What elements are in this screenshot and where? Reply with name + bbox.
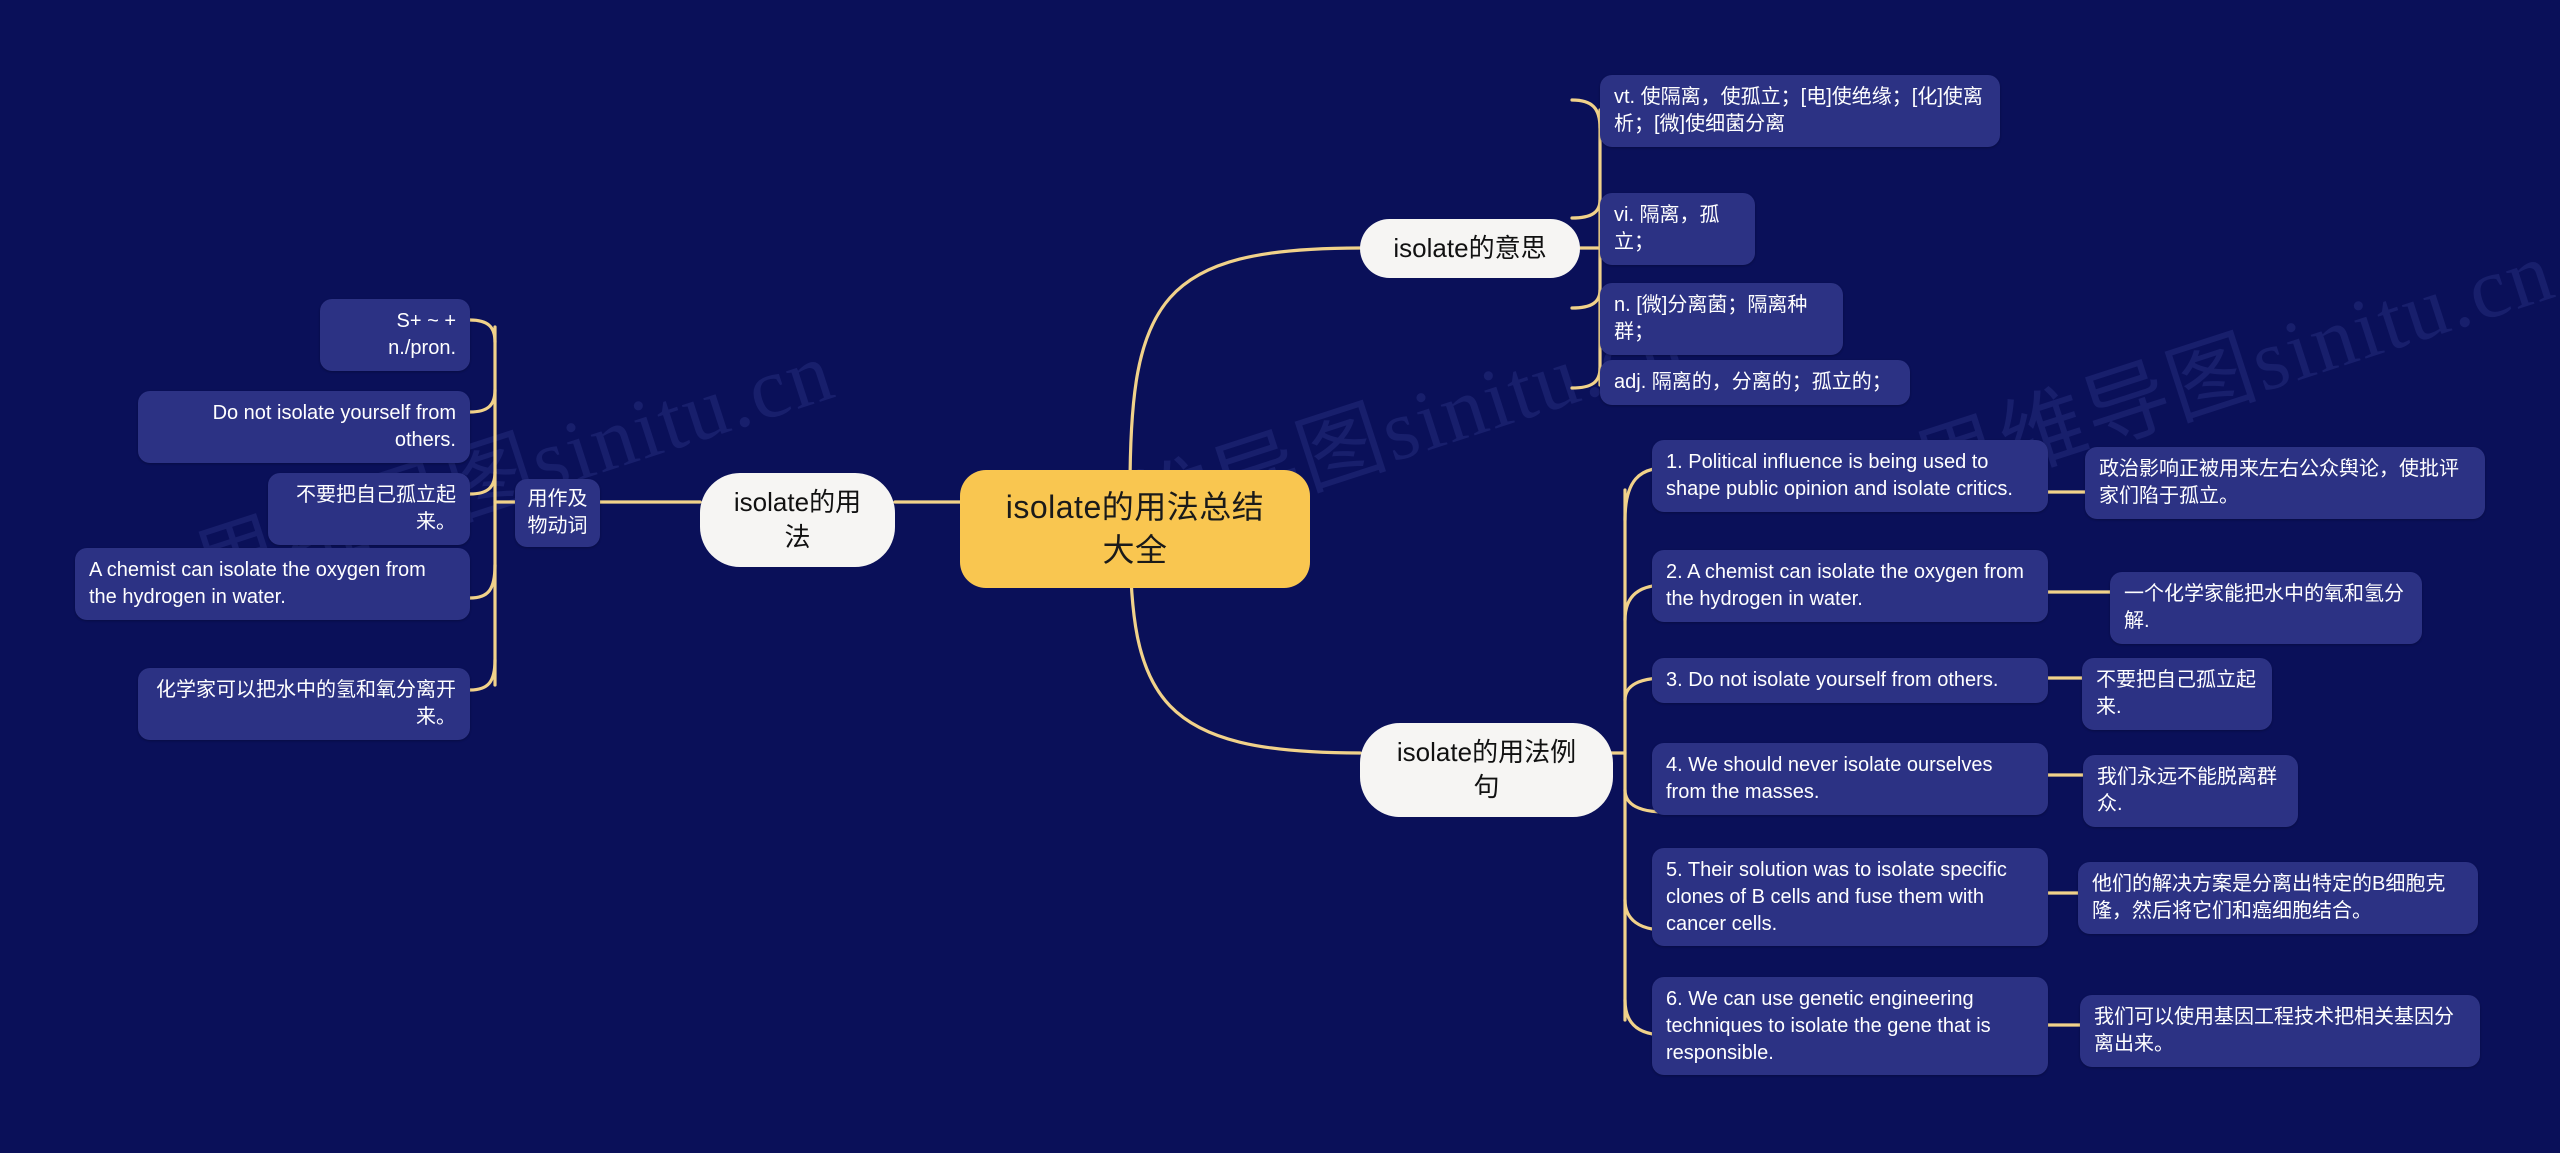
example-zh[interactable]: 政治影响正被用来左右公众舆论，使批评家们陷于孤立。 xyxy=(2085,447,2485,519)
sub-branch-transitive-verb[interactable]: 用作及物动词 xyxy=(515,479,600,547)
example-zh[interactable]: 我们永远不能脱离群众. xyxy=(2083,755,2298,827)
usage-item[interactable]: Do not isolate yourself from others. xyxy=(138,391,470,463)
example-zh[interactable]: 我们可以使用基因工程技术把相关基因分离出来。 xyxy=(2080,995,2480,1067)
usage-item[interactable]: 化学家可以把水中的氢和氧分离开来。 xyxy=(138,668,470,740)
usage-item[interactable]: 不要把自己孤立起来。 xyxy=(268,473,470,545)
meaning-item[interactable]: n. [微]分离菌；隔离种群； xyxy=(1600,283,1843,355)
example-zh[interactable]: 他们的解决方案是分离出特定的B细胞克隆，然后将它们和癌细胞结合。 xyxy=(2078,862,2478,934)
branch-meaning[interactable]: isolate的意思 xyxy=(1360,219,1580,278)
example-zh[interactable]: 一个化学家能把水中的氧和氢分解. xyxy=(2110,572,2422,644)
example-en[interactable]: 5. Their solution was to isolate specifi… xyxy=(1652,848,2048,947)
usage-item[interactable]: A chemist can isolate the oxygen from th… xyxy=(75,548,470,620)
example-en[interactable]: 2. A chemist can isolate the oxygen from… xyxy=(1652,550,2048,622)
example-en[interactable]: 3. Do not isolate yourself from others. xyxy=(1652,658,2048,703)
branch-examples[interactable]: isolate的用法例句 xyxy=(1360,723,1613,817)
usage-item[interactable]: S+ ~ + n./pron. xyxy=(320,299,470,371)
example-zh[interactable]: 不要把自己孤立起来. xyxy=(2082,658,2272,730)
meaning-item[interactable]: vt. 使隔离，使孤立；[电]使绝缘；[化]使离析；[微]使细菌分离 xyxy=(1600,75,2000,147)
example-en[interactable]: 4. We should never isolate ourselves fro… xyxy=(1652,743,2048,815)
example-en[interactable]: 1. Political influence is being used to … xyxy=(1652,440,2048,512)
root-node[interactable]: isolate的用法总结大全 xyxy=(960,470,1310,588)
branch-usage[interactable]: isolate的用法 xyxy=(700,473,895,567)
meaning-item[interactable]: vi. 隔离，孤立； xyxy=(1600,193,1755,265)
mindmap-canvas: 思维导图sinitu.cn 思维导图sinitu.cn 思维导图sinitu.c… xyxy=(0,0,2560,1153)
example-en[interactable]: 6. We can use genetic engineering techni… xyxy=(1652,977,2048,1076)
meaning-item[interactable]: adj. 隔离的，分离的；孤立的； xyxy=(1600,360,1910,405)
